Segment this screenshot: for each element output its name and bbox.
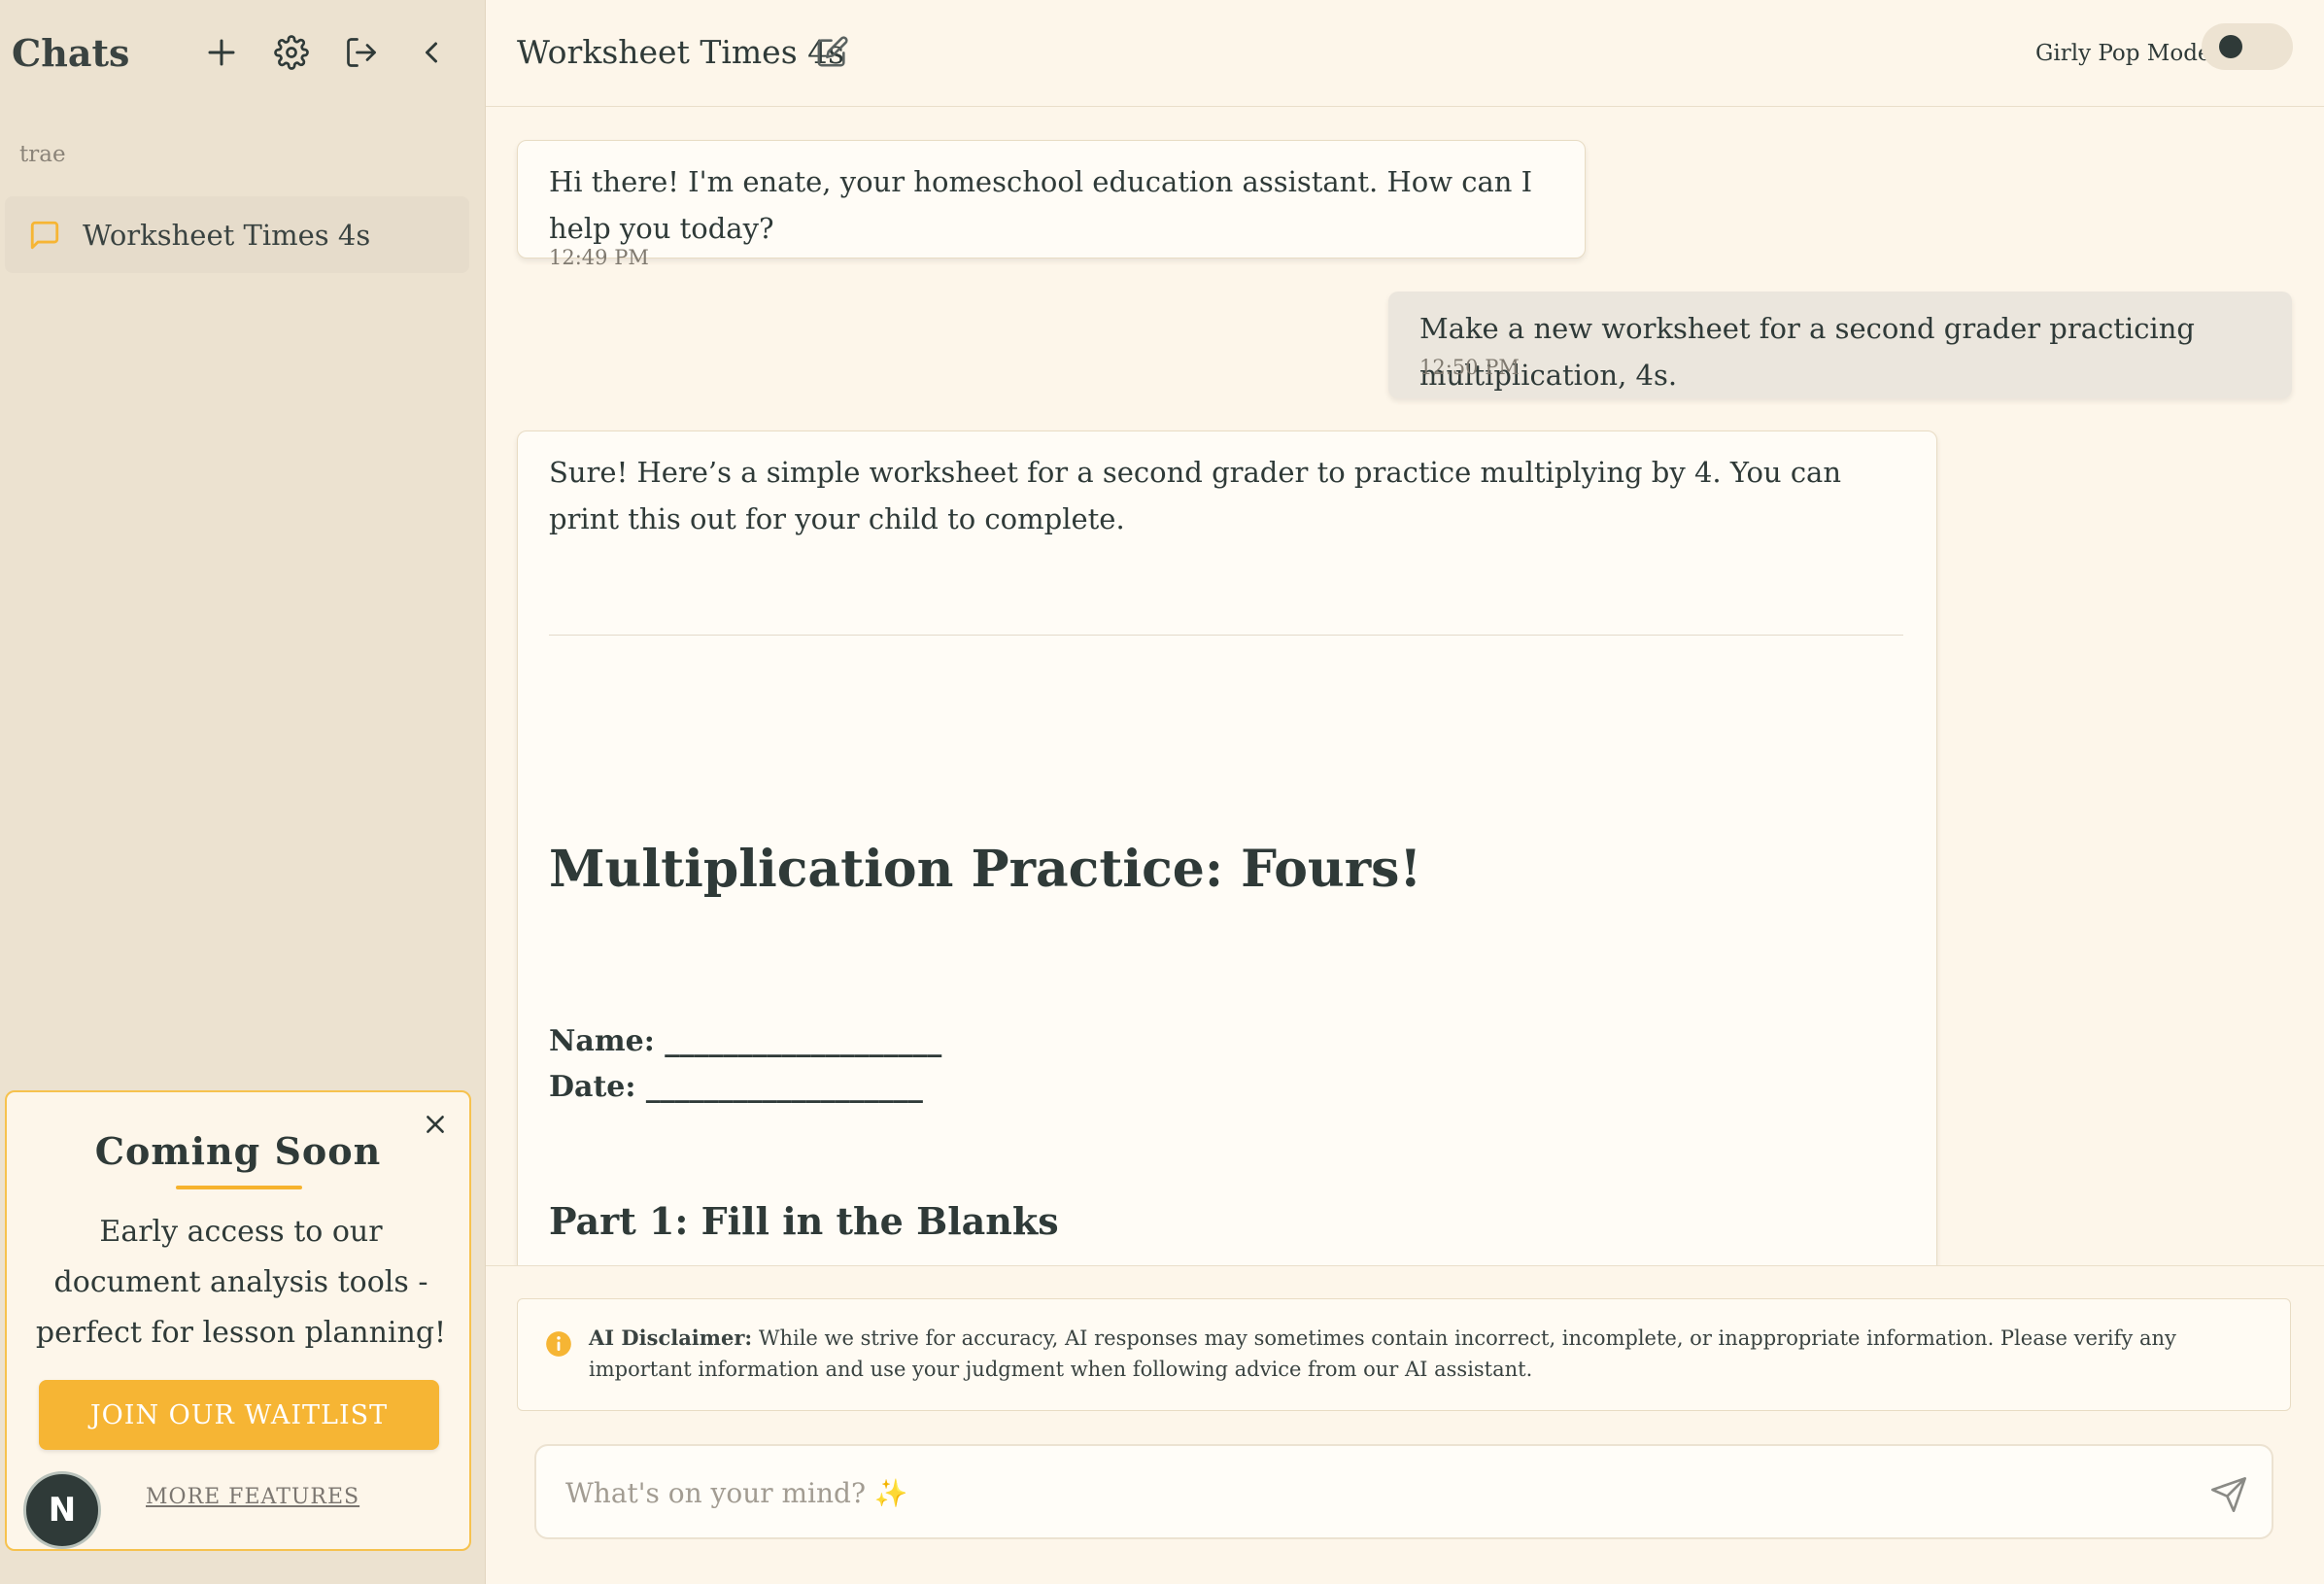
sidebar-user-label: trae <box>19 142 66 167</box>
message-text: Make a new worksheet for a second grader… <box>1419 312 2195 392</box>
message-time: 12:49 PM <box>549 246 649 269</box>
message-list[interactable]: Hi there! I'm enate, your homeschool edu… <box>486 107 2324 1265</box>
sidebar: Chats trae Worksheet Times 4s Coming Soo… <box>0 0 486 1584</box>
sidebar-item-worksheet-times-4s[interactable]: Worksheet Times 4s <box>5 196 469 273</box>
girly-pop-mode-toggle[interactable] <box>2202 23 2293 70</box>
divider <box>549 635 1903 636</box>
worksheet-title: Multiplication Practice: Fours! <box>549 840 1422 899</box>
more-features-link[interactable]: MORE FEATURES <box>146 1485 359 1509</box>
logout-icon <box>347 38 376 67</box>
message-composer <box>534 1444 2273 1539</box>
composer-divider <box>486 1265 2324 1266</box>
sidebar-item-label: Worksheet Times 4s <box>83 218 371 252</box>
avatar[interactable]: N <box>23 1471 101 1549</box>
worksheet-part1-heading: Part 1: Fill in the Blanks <box>549 1199 1059 1243</box>
promo-title: Coming Soon <box>94 1129 382 1173</box>
message-text: Sure! Here’s a simple worksheet for a se… <box>549 456 1842 535</box>
edit-title-button[interactable] <box>816 35 853 72</box>
disclaimer-text: AI Disclaimer: While we strive for accur… <box>589 1323 2270 1385</box>
promo-description: Early access to our document analysis to… <box>35 1215 447 1350</box>
edit-icon <box>817 36 848 67</box>
disclaimer-label: AI Disclaimer: <box>589 1326 753 1350</box>
message-text: Hi there! I'm enate, your homeschool edu… <box>549 165 1533 245</box>
plus-icon <box>208 39 235 66</box>
ai-disclaimer: AI Disclaimer: While we strive for accur… <box>517 1298 2291 1411</box>
toggle-knob <box>2219 35 2242 58</box>
send-icon <box>2211 1477 2246 1512</box>
chat-bubble-icon <box>28 217 65 254</box>
join-waitlist-button[interactable]: JOIN OUR WAITLIST <box>39 1380 439 1450</box>
new-chat-button[interactable] <box>200 31 243 74</box>
message-input[interactable] <box>565 1467 2120 1518</box>
user-message: Make a new worksheet for a second grader… <box>1388 292 2292 398</box>
assistant-message: Hi there! I'm enate, your homeschool edu… <box>517 140 1586 269</box>
worksheet-name-line: Name: ___________________ <box>549 1024 942 1058</box>
logout-button[interactable] <box>340 31 383 74</box>
sidebar-title: Chats <box>12 31 130 75</box>
message-time: 12:50 PM <box>1419 356 1520 379</box>
collapse-sidebar-button[interactable] <box>410 31 453 74</box>
sidebar-header: Chats <box>0 0 486 109</box>
promo-underline <box>176 1186 302 1189</box>
chat-main: Worksheet Times 4s Girly Pop Mode Hi the… <box>486 0 2324 1584</box>
chat-title: Worksheet Times 4s <box>517 33 845 71</box>
send-button[interactable] <box>2209 1475 2250 1516</box>
chat-header: Worksheet Times 4s Girly Pop Mode <box>486 0 2324 107</box>
assistant-message: Sure! Here’s a simple worksheet for a se… <box>517 430 1937 1265</box>
gear-icon <box>274 35 309 70</box>
worksheet-date-line: Date: ___________________ <box>549 1070 923 1104</box>
info-icon <box>546 1331 571 1357</box>
settings-button[interactable] <box>270 31 313 74</box>
disclaimer-body: While we strive for accuracy, AI respons… <box>589 1326 2176 1381</box>
chevron-left-icon <box>426 42 437 63</box>
girly-pop-mode-label: Girly Pop Mode <box>2035 41 2211 66</box>
